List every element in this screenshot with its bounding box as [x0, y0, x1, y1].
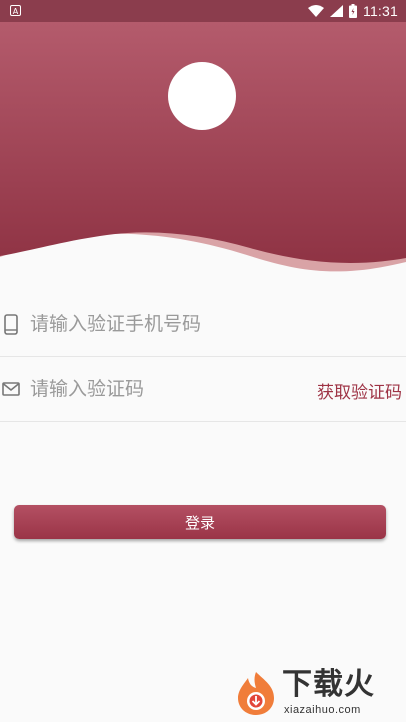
wifi-icon	[308, 5, 324, 17]
signal-icon	[330, 5, 343, 17]
phone-row	[0, 291, 406, 357]
watermark-subtitle: xiazaihuo.com	[284, 704, 361, 716]
watermark-title: 下载火	[282, 667, 375, 702]
header-wave-background	[0, 22, 406, 272]
mail-icon	[2, 378, 20, 400]
status-icons: 11:31	[308, 0, 398, 22]
battery-icon	[349, 4, 357, 18]
code-row: 获取验证码	[0, 356, 406, 422]
login-button[interactable]: 登录	[14, 505, 386, 539]
status-bar: A 11:31	[0, 0, 406, 22]
notification-icon: A	[10, 5, 21, 16]
phone-input[interactable]	[30, 308, 290, 340]
status-time: 11:31	[363, 3, 398, 19]
code-input[interactable]	[30, 373, 290, 405]
phone-icon	[2, 313, 20, 335]
watermark-logo-icon	[238, 672, 274, 715]
get-code-button[interactable]: 获取验证码	[317, 378, 402, 403]
avatar[interactable]	[168, 62, 236, 130]
watermark: 下载火 xiazaihuo.com	[234, 668, 402, 720]
header-banner	[0, 22, 406, 272]
